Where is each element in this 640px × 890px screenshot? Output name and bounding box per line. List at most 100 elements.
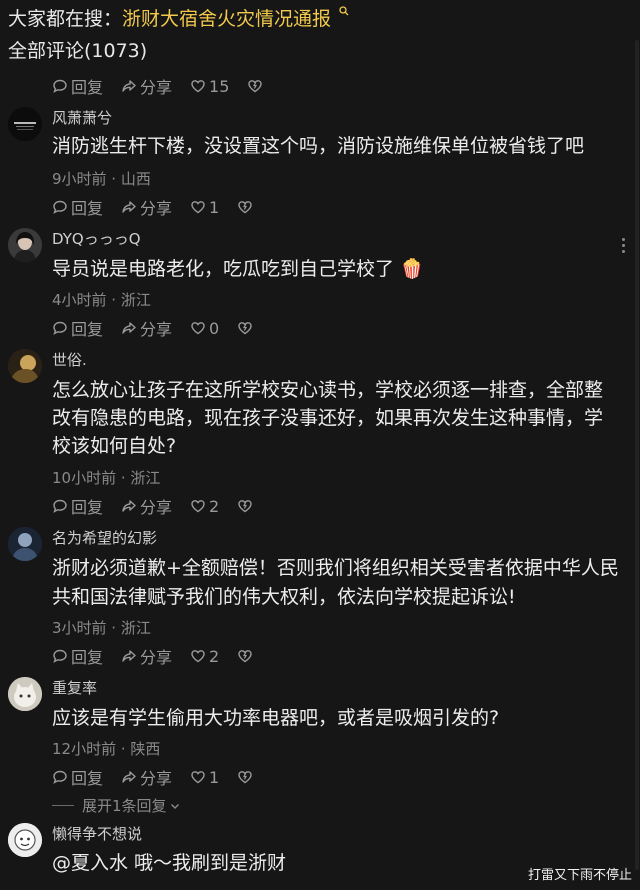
reply-button[interactable]: 回复: [52, 195, 103, 219]
comment-text: 怎么放心让孩子在这所学校安心读书，学校必须逐一排查，全部整改有隐患的电路，现在孩…: [52, 379, 604, 457]
heart-icon: [191, 650, 205, 663]
comment-meta: 3小时前 · 浙江: [52, 619, 151, 637]
share-label: 分享: [140, 769, 173, 788]
share-button[interactable]: 分享: [121, 74, 172, 98]
comment-actions: 回复 分享 15: [52, 74, 266, 98]
dislike-icon: [238, 201, 252, 214]
avatar-logo: [8, 107, 42, 141]
comment-username[interactable]: 重复率: [52, 677, 97, 698]
avatar[interactable]: [8, 107, 42, 141]
comment-text: 导员说是电路老化，吃瓜吃到自己学校了 🍿: [52, 256, 620, 283]
reply-button[interactable]: 回复: [52, 644, 103, 668]
expand-replies-button[interactable]: 展开1条回复: [52, 795, 181, 816]
share-button[interactable]: 分享: [121, 316, 172, 340]
search-icon: [339, 6, 349, 16]
comment-username[interactable]: 世俗.: [52, 349, 87, 370]
comment-username[interactable]: 懒得争不想说: [52, 823, 142, 844]
like-button[interactable]: 0: [190, 319, 219, 338]
share-icon: [122, 771, 136, 783]
share-label: 分享: [140, 320, 173, 339]
reply-label: 回复: [71, 498, 104, 517]
reply-button[interactable]: 回复: [52, 765, 103, 789]
heart-icon: [191, 500, 205, 513]
comment-actions: 回复 分享 1: [52, 195, 256, 219]
avatar-cat: [8, 677, 42, 711]
share-icon: [122, 201, 136, 213]
trending-search-bar[interactable]: 大家都在搜：浙财大宿舍火灾情况通报: [8, 4, 349, 31]
like-button[interactable]: 15: [190, 77, 229, 96]
like-button[interactable]: 2: [190, 497, 219, 516]
avatar-portrait: [8, 228, 42, 262]
dislike-button[interactable]: [237, 320, 256, 336]
comment-meta: 12小时前 · 陕西: [52, 740, 161, 758]
dislike-icon: [238, 771, 252, 784]
share-button[interactable]: 分享: [121, 494, 172, 518]
dislike-button[interactable]: [237, 199, 256, 215]
avatar-portrait: [8, 349, 42, 383]
comment-actions: 回复 分享 0: [52, 316, 256, 340]
reply-button[interactable]: 回复: [52, 74, 103, 98]
dislike-button[interactable]: [247, 78, 266, 94]
comment-text: 应该是有学生偷用大功率电器吧，或者是吸烟引发的?: [52, 707, 500, 729]
reply-button[interactable]: 回复: [52, 494, 103, 518]
popcorn-emoji: 🍿: [400, 258, 424, 280]
share-label: 分享: [140, 199, 173, 218]
chevron-down-icon: [170, 803, 179, 809]
reply-icon: [53, 499, 67, 513]
reply-label: 回复: [71, 78, 104, 97]
more-options-icon[interactable]: [622, 238, 626, 256]
heart-icon: [191, 201, 205, 214]
comment-text-content: 导员说是电路老化，吃瓜吃到自己学校了: [52, 258, 395, 280]
like-button[interactable]: 1: [190, 198, 219, 217]
comment-username[interactable]: DYQっっっQ: [52, 228, 141, 249]
expand-replies-label: 展开1条回复: [82, 797, 167, 815]
like-button[interactable]: 2: [190, 647, 219, 666]
share-button[interactable]: 分享: [121, 195, 172, 219]
comment-username[interactable]: 风萧萧兮: [52, 107, 112, 128]
like-count: 15: [209, 76, 230, 96]
dislike-button[interactable]: [237, 648, 256, 664]
comment-meta: 9小时前 · 山西: [52, 170, 151, 188]
avatar[interactable]: [8, 823, 42, 857]
dislike-icon: [238, 500, 252, 513]
divider-line: [52, 805, 74, 806]
avatar[interactable]: [8, 349, 42, 383]
like-count: 1: [209, 197, 220, 217]
avatar[interactable]: [8, 228, 42, 262]
dislike-icon: [238, 650, 252, 663]
comments-header: 全部评论(1073): [8, 40, 148, 62]
comment-meta: 4小时前 · 浙江: [52, 291, 151, 309]
share-icon: [122, 322, 136, 334]
dislike-icon: [248, 80, 263, 93]
heart-icon: [191, 80, 205, 93]
dislike-button[interactable]: [237, 769, 256, 785]
reply-label: 回复: [71, 320, 104, 339]
share-button[interactable]: 分享: [121, 765, 172, 789]
reply-icon: [53, 649, 67, 663]
like-count: 2: [209, 646, 220, 666]
avatar-portrait: [8, 527, 42, 561]
share-label: 分享: [140, 78, 173, 97]
reply-icon: [53, 321, 67, 335]
comment-username[interactable]: 名为希望的幻影: [52, 527, 157, 548]
scrollbar[interactable]: [635, 40, 639, 870]
share-label: 分享: [140, 498, 173, 517]
dislike-button[interactable]: [237, 498, 256, 514]
reply-label: 回复: [71, 769, 104, 788]
trending-search-term[interactable]: 浙财大宿舍火灾情况通报: [122, 8, 331, 30]
like-button[interactable]: 1: [190, 768, 219, 787]
reply-icon: [53, 200, 67, 214]
share-icon: [122, 500, 136, 512]
search-prefix: 大家都在搜：: [8, 8, 123, 30]
avatar-cartoon: [8, 823, 42, 857]
avatar[interactable]: [8, 677, 42, 711]
reply-label: 回复: [71, 199, 104, 218]
comment-text: 消防逃生杆下楼，没设置这个吗，消防设施维保单位被省钱了吧: [52, 135, 585, 157]
share-icon: [122, 80, 136, 92]
share-button[interactable]: 分享: [121, 644, 172, 668]
reply-button[interactable]: 回复: [52, 316, 103, 340]
comment-meta: 10小时前 · 浙江: [52, 469, 161, 487]
like-count: 1: [209, 767, 220, 787]
reply-label: 回复: [71, 648, 104, 667]
avatar[interactable]: [8, 527, 42, 561]
